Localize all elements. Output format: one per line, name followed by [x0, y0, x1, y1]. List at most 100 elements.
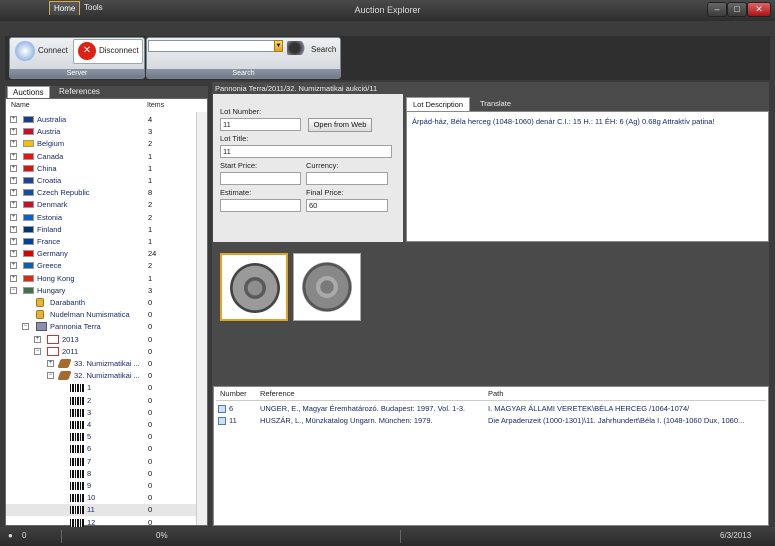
chevron-down-icon[interactable]: ▼ — [274, 40, 283, 52]
final-price-field[interactable]: 60 — [306, 199, 388, 212]
open-from-web-button[interactable]: Open from Web — [308, 118, 372, 132]
tree-row[interactable]: 60 — [6, 443, 196, 455]
expand-toggle-icon[interactable]: + — [10, 262, 17, 270]
currency-field[interactable] — [306, 172, 388, 185]
tree-row[interactable]: + Finland 1 — [6, 224, 196, 236]
expand-toggle-icon[interactable]: − — [22, 323, 29, 331]
tree-row[interactable]: − Hungary 3 — [6, 285, 196, 297]
tree-row-label: 10 — [87, 493, 96, 503]
expand-toggle-icon[interactable]: + — [10, 213, 17, 221]
tree-row[interactable]: 80 — [6, 468, 196, 480]
start-price-field[interactable] — [220, 172, 301, 185]
col-number[interactable]: Number — [220, 389, 247, 398]
table-row[interactable]: 11 HUSZÁR, L., Münzkatalog Ungarn. Münche… — [217, 415, 765, 426]
col-path[interactable]: Path — [488, 389, 503, 398]
expand-toggle-icon[interactable]: + — [10, 116, 17, 123]
table-row[interactable]: 6 UNGER, E., Magyar Éremhatározó. Budapes… — [217, 403, 765, 414]
barcode-icon — [70, 445, 84, 454]
tree-row[interactable]: + Hong Kong 1 — [6, 273, 196, 285]
tree-row[interactable]: +33. Numizmatikai ... 0 — [6, 358, 196, 370]
col-items[interactable]: Items — [147, 102, 164, 109]
tree-row[interactable]: + France 1 — [6, 236, 196, 248]
maximize-button[interactable]: □ — [727, 2, 747, 17]
search-input[interactable] — [148, 40, 282, 52]
tree-row[interactable]: + Germany 24 — [6, 248, 196, 260]
tree-row-label: China — [37, 163, 57, 173]
flag-icon — [23, 274, 34, 282]
coin-image-reverse[interactable] — [293, 253, 361, 321]
tree-row[interactable]: 70 — [6, 456, 196, 468]
expand-toggle-icon[interactable]: + — [47, 360, 54, 367]
lot-title-field[interactable]: 11 — [220, 145, 392, 158]
tree-row[interactable]: − 2011 0 — [6, 346, 196, 358]
currency-label: Currency: — [306, 161, 339, 170]
tree-row-label: Greece — [37, 261, 62, 271]
connect-button[interactable]: Connect — [38, 37, 68, 65]
expand-toggle-icon[interactable]: + — [10, 225, 17, 233]
tree-row[interactable]: + Czech Republic 8 — [6, 187, 196, 199]
tree-row[interactable]: − Pannonia Terra 0 — [6, 321, 196, 333]
status-separator — [61, 530, 62, 543]
tree-row[interactable]: 90 — [6, 480, 196, 492]
tree-row[interactable]: + Austria 3 — [6, 126, 196, 138]
tree-row[interactable]: − 32. Numizmatikai ... 0 — [6, 370, 196, 382]
tree-row[interactable]: Nudelman Numismatica 0 — [6, 309, 196, 321]
lot-description-text[interactable]: Árpád-ház, Béla herceg (1048-1060) denár… — [406, 111, 769, 242]
tree-row-label: 1 — [87, 383, 92, 393]
expand-toggle-icon[interactable]: + — [10, 164, 17, 172]
search-button[interactable]: Search — [311, 36, 336, 64]
ref-reference-cell: UNGER, E., Magyar Éremhatározó. Budapest… — [260, 404, 466, 413]
tree-row[interactable]: 11 0 — [6, 504, 196, 517]
tree-row[interactable]: 40 — [6, 419, 196, 431]
expand-toggle-icon[interactable]: + — [10, 152, 17, 160]
tree-row[interactable]: + Australia 4 — [6, 114, 196, 126]
expand-toggle-icon[interactable]: + — [34, 335, 41, 343]
tree-row[interactable]: 50 — [6, 431, 196, 443]
tab-translate[interactable]: Translate — [474, 97, 517, 111]
tab-lot-description[interactable]: Lot Description — [406, 97, 471, 111]
tree-row[interactable]: Darabanth 0 — [6, 297, 196, 309]
tree-row[interactable]: + Greece 2 — [6, 260, 196, 272]
tree-row[interactable]: 10 0 — [6, 492, 196, 504]
minimize-button[interactable]: – — [707, 2, 727, 17]
tab-references[interactable]: References — [54, 86, 105, 98]
expand-toggle-icon[interactable]: + — [10, 201, 17, 209]
expand-toggle-icon[interactable]: + — [10, 189, 17, 197]
barcode-icon — [70, 384, 84, 393]
tree-row[interactable]: +2013 0 — [6, 334, 196, 346]
barcode-icon — [70, 494, 84, 503]
close-button[interactable]: ✕ — [747, 2, 771, 17]
estimate-field[interactable] — [220, 199, 301, 212]
lot-number-field[interactable]: 11 — [220, 118, 301, 131]
tree-row[interactable]: 30 — [6, 407, 196, 419]
tree-scrollbar[interactable] — [196, 112, 207, 525]
tree-row[interactable]: 20 — [6, 395, 196, 407]
tab-tools[interactable]: Tools — [80, 1, 107, 15]
expand-toggle-icon[interactable]: + — [10, 238, 17, 245]
tree-row[interactable]: + Canada 1 — [6, 151, 196, 163]
col-reference[interactable]: Reference — [260, 389, 295, 398]
tab-auctions[interactable]: Auctions — [7, 86, 50, 98]
expand-toggle-icon[interactable]: + — [10, 140, 17, 148]
lot-number-label: Lot Number: — [220, 107, 262, 116]
tree-row[interactable]: + Croatia 1 — [6, 175, 196, 187]
expand-toggle-icon[interactable]: − — [10, 286, 17, 294]
tree-row-count: 1 — [148, 151, 153, 161]
tree-row-count: 1 — [148, 273, 153, 283]
col-name[interactable]: Name — [11, 102, 30, 109]
tree-row[interactable]: + Estonia 2 — [6, 212, 196, 224]
expand-toggle-icon[interactable]: + — [10, 128, 17, 136]
expand-toggle-icon[interactable]: + — [10, 250, 17, 258]
expand-toggle-icon[interactable]: + — [10, 274, 17, 282]
expand-toggle-icon[interactable]: + — [10, 177, 17, 184]
menu-bar — [0, 21, 775, 36]
expand-toggle-icon[interactable]: − — [34, 347, 41, 355]
tree-row-label: Australia — [37, 115, 67, 124]
tree-row[interactable]: + Denmark 2 — [6, 199, 196, 211]
tree-row[interactable]: 10 — [6, 382, 196, 394]
tree-row[interactable]: + Belgium 2 — [6, 138, 196, 150]
tree-row[interactable]: + China 1 — [6, 163, 196, 175]
tab-home[interactable]: Home — [49, 1, 81, 15]
expand-toggle-icon[interactable]: − — [47, 372, 54, 380]
coin-image-obverse[interactable] — [220, 253, 288, 321]
